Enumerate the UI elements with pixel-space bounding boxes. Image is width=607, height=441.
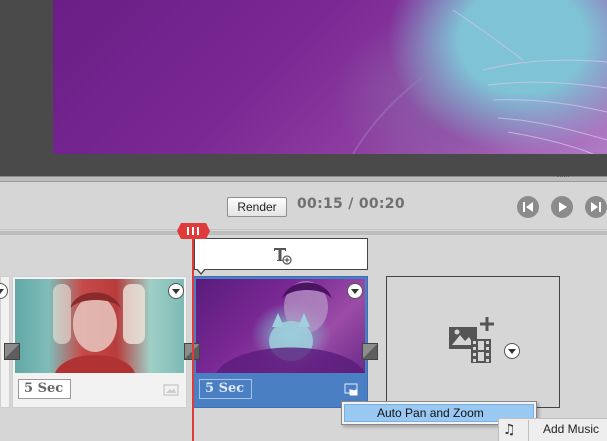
add-media-slot[interactable] xyxy=(386,276,560,408)
pan-zoom-icon[interactable] xyxy=(344,383,360,397)
add-media-dropdown-button[interactable] xyxy=(504,343,520,359)
pan-zoom-icon[interactable] xyxy=(163,383,179,397)
clip-image xyxy=(216,281,365,373)
clip-1[interactable]: 5 Sec xyxy=(12,276,187,408)
preview-image xyxy=(352,9,607,154)
skip-back-icon xyxy=(523,202,533,212)
play-icon xyxy=(559,202,567,212)
video-preview xyxy=(53,0,607,154)
clip-menu-button[interactable] xyxy=(168,283,184,299)
clip-thumbnail xyxy=(196,279,365,373)
transition-handle[interactable] xyxy=(4,343,20,360)
timeline-ruler[interactable] xyxy=(0,231,607,235)
add-media-icon[interactable] xyxy=(446,315,502,365)
render-button[interactable]: Render xyxy=(227,197,287,217)
title-track-slot[interactable] xyxy=(194,238,368,270)
music-note-icon: ♫ xyxy=(503,422,516,438)
play-button[interactable] xyxy=(551,196,573,218)
transition-handle[interactable] xyxy=(362,343,378,360)
rewind-button[interactable] xyxy=(517,196,539,218)
clip-thumbnail xyxy=(15,279,184,373)
skip-forward-icon xyxy=(591,202,601,212)
clip-duration[interactable]: 5 Sec xyxy=(18,379,71,399)
playhead-line[interactable] xyxy=(192,232,194,441)
clip-menu-button[interactable] xyxy=(347,283,363,299)
clip-duration[interactable]: 5 Sec xyxy=(199,379,252,399)
time-display: 00:15 / 00:20 xyxy=(297,196,405,212)
add-title-icon[interactable] xyxy=(272,245,292,265)
splitter-grip[interactable] xyxy=(557,176,569,179)
skip-forward-button[interactable] xyxy=(585,196,607,218)
title-slot-pointer-fill xyxy=(197,268,205,273)
playhead-handle[interactable] xyxy=(177,223,210,239)
clip-image xyxy=(53,284,145,373)
add-music-button[interactable]: Add Music xyxy=(543,422,599,436)
audio-track-divider xyxy=(528,420,529,441)
clip-2-selected[interactable]: 5 Sec xyxy=(193,276,368,408)
